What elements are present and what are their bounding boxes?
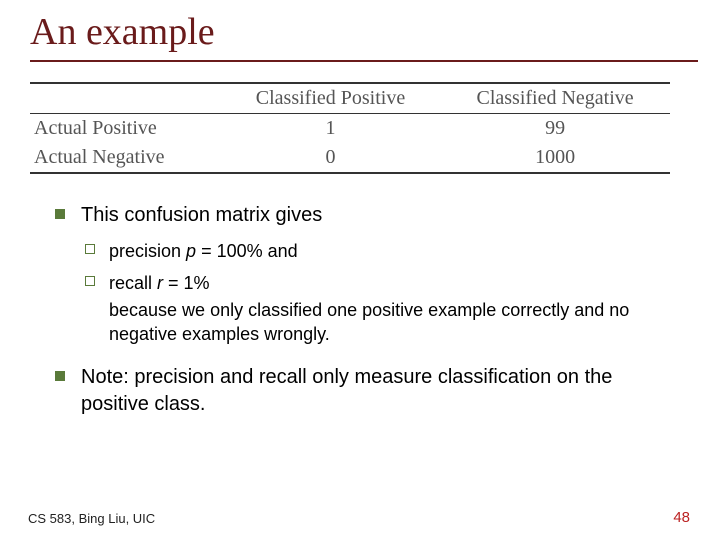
- bullet-text: Note: precision and recall only measure …: [81, 366, 612, 415]
- col-classified-negative: Classified Negative: [440, 83, 670, 114]
- row-actual-positive: Actual Positive: [30, 114, 221, 144]
- bullet-square-icon: [55, 371, 65, 381]
- t: recall: [109, 273, 157, 293]
- cell-tp: 1: [221, 114, 440, 144]
- title-area: An example: [0, 0, 720, 62]
- bullet-level1: This confusion matrix gives: [55, 202, 672, 229]
- table-header-row: Classified Positive Classified Negative: [30, 83, 670, 114]
- slide: An example Classified Positive Classifie…: [0, 0, 720, 540]
- cell-fn: 99: [440, 114, 670, 144]
- bullet-level2: precision p = 100% and: [55, 239, 672, 263]
- table-row: Actual Positive 1 99: [30, 114, 670, 144]
- bullet-text: This confusion matrix gives: [81, 204, 322, 226]
- slide-title: An example: [30, 10, 698, 54]
- bullet-hollow-square-icon: [85, 244, 95, 254]
- sub-text: precision p = 100% and: [109, 241, 298, 261]
- row-actual-negative: Actual Negative: [30, 143, 221, 173]
- title-rule: [30, 60, 698, 62]
- explanation-text: because we only classified one positive …: [55, 298, 672, 347]
- bullet-level1: Note: precision and recall only measure …: [55, 364, 672, 418]
- var-p: p: [186, 241, 196, 261]
- t: = 1%: [163, 273, 210, 293]
- t: precision: [109, 241, 186, 261]
- cell-tn: 1000: [440, 143, 670, 173]
- slide-number: 48: [673, 509, 690, 526]
- bullet-square-icon: [55, 209, 65, 219]
- table-row: Actual Negative 0 1000: [30, 143, 670, 173]
- sub-text: recall r = 1%: [109, 273, 210, 293]
- footer-source: CS 583, Bing Liu, UIC: [28, 511, 155, 526]
- body-content: This confusion matrix gives precision p …: [0, 174, 720, 418]
- table: Classified Positive Classified Negative …: [30, 82, 670, 174]
- t: = 100% and: [196, 241, 298, 261]
- col-classified-positive: Classified Positive: [221, 83, 440, 114]
- header-blank: [30, 83, 221, 114]
- bullet-level2: recall r = 1%: [55, 271, 672, 295]
- cell-fp: 0: [221, 143, 440, 173]
- confusion-matrix-table: Classified Positive Classified Negative …: [30, 82, 690, 174]
- bullet-hollow-square-icon: [85, 276, 95, 286]
